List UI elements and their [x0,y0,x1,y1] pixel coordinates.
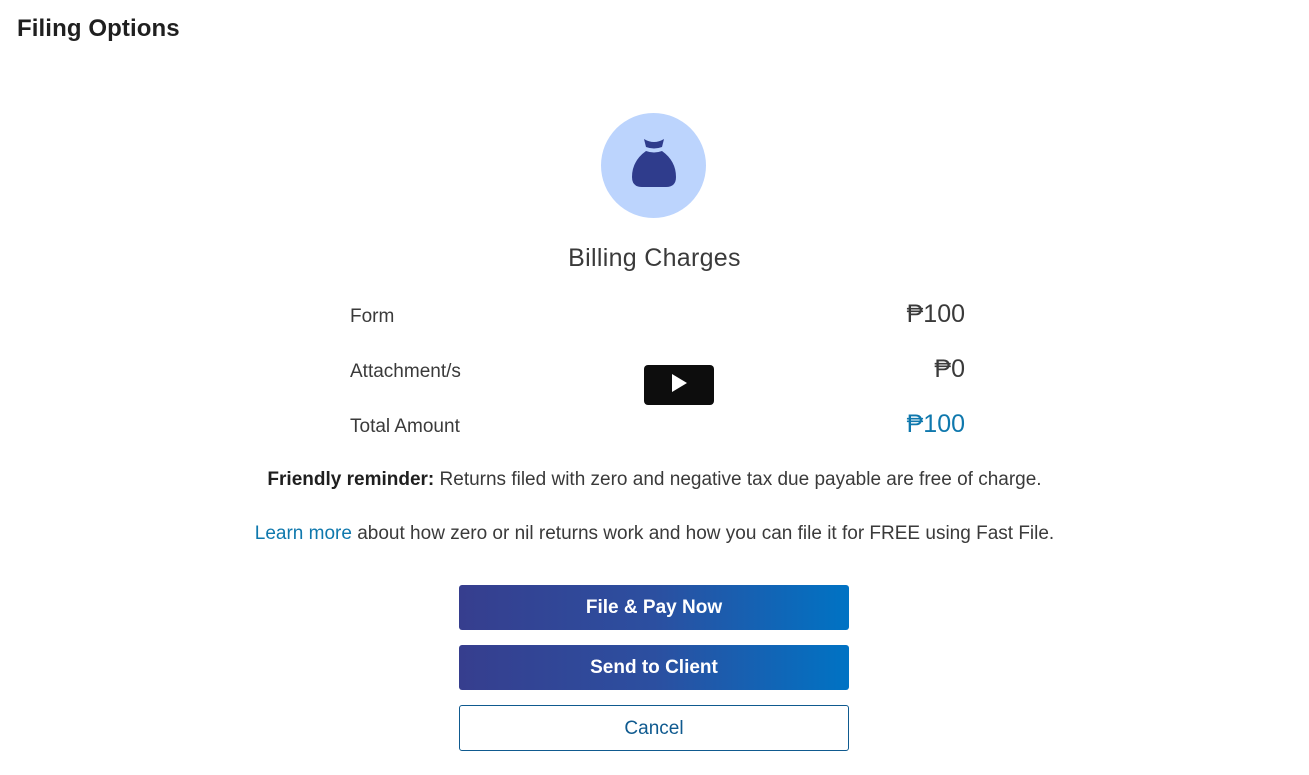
charge-label-form: Form [350,306,395,327]
learn-more-text: about how zero or nil returns work and h… [351,523,1055,544]
friendly-reminder: Friendly reminder: Returns filed with ze… [0,469,1309,491]
charge-value-form: ₱100 [906,300,965,328]
charge-label-attachments: Attachment/s [350,361,461,382]
charge-row-form: Form ₱100 [350,300,965,330]
send-to-client-button[interactable]: Send to Client [459,645,849,690]
billing-icon-circle [601,113,706,218]
learn-more-link[interactable]: Learn more [255,523,352,544]
money-bag-icon [630,137,678,194]
charge-value-attachments: ₱0 [934,355,965,383]
video-play-button[interactable] [644,365,714,405]
reminder-label: Friendly reminder: [267,469,435,490]
charge-value-total: ₱100 [906,410,965,438]
cancel-button[interactable]: Cancel [459,705,849,751]
billing-charges-title: Billing Charges [568,244,741,272]
charge-row-total: Total Amount ₱100 [350,410,965,440]
page-title: Filing Options [17,15,180,42]
learn-more-line: Learn more about how zero or nil returns… [0,523,1309,545]
charge-label-total: Total Amount [350,416,460,437]
play-icon [670,373,688,398]
file-pay-now-button[interactable]: File & Pay Now [459,585,849,630]
reminder-text: Returns filed with zero and negative tax… [434,469,1042,490]
